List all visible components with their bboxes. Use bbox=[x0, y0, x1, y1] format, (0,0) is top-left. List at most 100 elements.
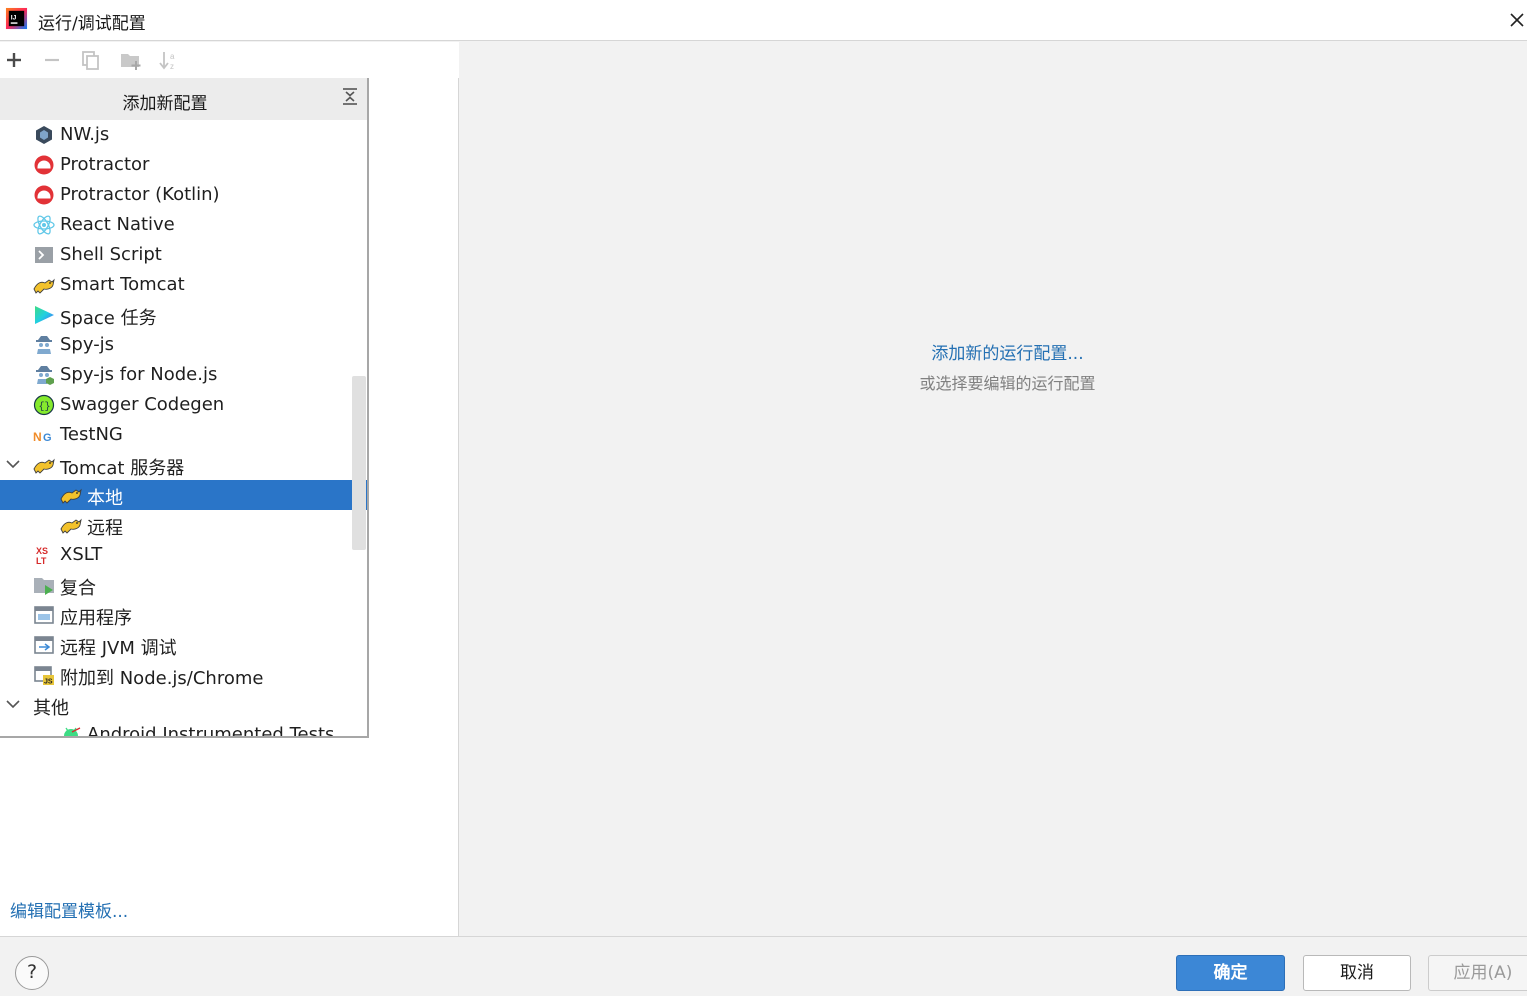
select-configuration-hint: 或选择要编辑的运行配置 bbox=[919, 374, 1096, 393]
list-item-label: 复合 bbox=[60, 578, 96, 599]
list-item-label: 其他 bbox=[33, 698, 69, 719]
list-item-protractor[interactable]: Protractor bbox=[0, 150, 367, 180]
tomcat-icon bbox=[60, 518, 82, 534]
list-item-testng[interactable]: N G TestNG bbox=[0, 420, 367, 450]
list-item-nwjs[interactable]: NW.js bbox=[0, 120, 367, 150]
minus-icon[interactable] bbox=[40, 48, 64, 72]
title-bar: IJ 运行/调试配置 bbox=[0, 0, 1527, 41]
svg-text:N: N bbox=[33, 430, 42, 444]
list-item-label: Protractor bbox=[60, 154, 150, 175]
list-item-label: Spy-js for Node.js bbox=[60, 364, 218, 385]
list-item-tomcat-local[interactable]: 本地 bbox=[0, 480, 367, 510]
list-item-remote-jvm-debug[interactable]: 远程 JVM 调试 bbox=[0, 630, 367, 660]
android-icon bbox=[64, 727, 81, 736]
close-icon[interactable] bbox=[1507, 8, 1527, 32]
list-item-label: 远程 JVM 调试 bbox=[60, 638, 177, 659]
list-item-label: 应用程序 bbox=[60, 608, 132, 629]
list-item-label: React Native bbox=[60, 214, 175, 235]
add-new-configuration-popup: 添加新配置 NW.js Protractor Protractor (Kotli… bbox=[0, 78, 369, 738]
list-item-label: Tomcat 服务器 bbox=[60, 458, 185, 479]
swagger-icon: {} bbox=[33, 394, 55, 416]
spy-js-icon bbox=[36, 336, 52, 354]
svg-text:LT: LT bbox=[36, 556, 47, 566]
copy-icon[interactable] bbox=[79, 48, 103, 72]
testng-icon: N G bbox=[33, 430, 52, 444]
svg-text:{}: {} bbox=[39, 401, 51, 413]
svg-text:JS: JS bbox=[44, 679, 53, 686]
chevron-down-icon[interactable] bbox=[5, 456, 21, 472]
tree-toolbar: a z bbox=[0, 42, 459, 78]
list-item-compound[interactable]: 复合 bbox=[0, 570, 367, 600]
chevron-down-icon[interactable] bbox=[5, 696, 21, 712]
popup-title: 添加新配置 bbox=[122, 94, 208, 114]
list-item-label: 远程 bbox=[87, 518, 123, 539]
list-item-label: Smart Tomcat bbox=[60, 274, 185, 295]
plus-icon[interactable] bbox=[2, 48, 26, 72]
edit-configuration-templates-link[interactable]: 编辑配置模板... bbox=[10, 897, 128, 922]
svg-text:XS: XS bbox=[36, 546, 48, 556]
list-item-spy-js[interactable]: Spy-js bbox=[0, 330, 367, 360]
list-item-label: Android Instrumented Tests bbox=[87, 724, 335, 738]
list-item-label: TestNG bbox=[60, 424, 123, 445]
run-debug-configurations-dialog: IJ 运行/调试配置 a z 添加新配置 NW.js Protractor Pr… bbox=[0, 0, 1527, 996]
tomcat-icon bbox=[60, 488, 82, 504]
svg-text:IJ: IJ bbox=[11, 14, 17, 21]
list-item-smart-tomcat[interactable]: Smart Tomcat bbox=[0, 270, 367, 300]
cancel-button[interactable]: 取消 bbox=[1303, 955, 1411, 991]
svg-text:G: G bbox=[43, 432, 52, 444]
add-new-run-configuration-link[interactable]: 添加新的运行配置... bbox=[460, 339, 1527, 364]
list-item-space-task[interactable]: Space 任务 bbox=[0, 300, 367, 330]
list-item-tomcat-server[interactable]: Tomcat 服务器 bbox=[0, 450, 367, 480]
space-icon bbox=[35, 306, 54, 324]
list-group-other[interactable]: 其他 bbox=[0, 690, 367, 720]
help-button[interactable]: ? bbox=[15, 956, 49, 990]
list-item-label: XSLT bbox=[60, 544, 103, 565]
list-item-tomcat-remote[interactable]: 远程 bbox=[0, 510, 367, 540]
list-item-label: 本地 bbox=[87, 488, 123, 509]
sort-icon[interactable]: a z bbox=[157, 48, 181, 72]
svg-text:a: a bbox=[170, 52, 175, 61]
list-item-label: Spy-js bbox=[60, 334, 115, 355]
list-item-react-native[interactable]: React Native bbox=[0, 210, 367, 240]
list-item-xslt[interactable]: XS LT XSLT bbox=[0, 540, 367, 570]
attach-node-icon: JS bbox=[34, 666, 54, 686]
list-item-protractor-kotlin[interactable]: Protractor (Kotlin) bbox=[0, 180, 367, 210]
tomcat-icon bbox=[33, 278, 55, 294]
list-item-android-instrumented-tests[interactable]: Android Instrumented Tests bbox=[0, 720, 367, 738]
compound-icon bbox=[34, 578, 54, 595]
shell-script-icon bbox=[35, 247, 53, 263]
tomcat-icon bbox=[33, 458, 55, 474]
popup-header: 添加新配置 bbox=[0, 78, 367, 120]
ok-button[interactable]: 确定 bbox=[1176, 955, 1285, 991]
dialog-button-bar: ? 确定 取消 应用(A) bbox=[0, 936, 1527, 996]
list-item-label: Shell Script bbox=[60, 244, 162, 265]
list-item-attach-node-chrome[interactable]: JS 附加到 Node.js/Chrome bbox=[0, 660, 367, 690]
window-title: 运行/调试配置 bbox=[38, 14, 146, 34]
list-item-label: Space 任务 bbox=[60, 308, 157, 329]
protractor-icon bbox=[34, 155, 54, 175]
list-item-spy-js-node[interactable]: Spy-js for Node.js bbox=[0, 360, 367, 390]
application-icon bbox=[34, 606, 54, 624]
list-item-shell-script[interactable]: Shell Script bbox=[0, 240, 367, 270]
list-item-label: Protractor (Kotlin) bbox=[60, 184, 220, 205]
spy-js-node-icon bbox=[36, 366, 54, 385]
list-item-label: NW.js bbox=[60, 124, 110, 145]
collapse-all-icon[interactable] bbox=[339, 86, 361, 108]
react-icon bbox=[33, 215, 55, 235]
list-item-application[interactable]: 应用程序 bbox=[0, 600, 367, 630]
xslt-icon: XS LT bbox=[36, 546, 48, 566]
folder-add-icon[interactable] bbox=[119, 48, 143, 72]
nwjs-icon bbox=[36, 126, 52, 144]
intellij-idea-icon: IJ bbox=[5, 7, 28, 30]
configuration-type-list: NW.js Protractor Protractor (Kotlin) Rea… bbox=[0, 120, 367, 738]
protractor-icon bbox=[34, 185, 54, 205]
list-item-label: 附加到 Node.js/Chrome bbox=[60, 668, 264, 689]
svg-text:z: z bbox=[170, 62, 174, 71]
configuration-details-panel: 添加新的运行配置... 或选择要编辑的运行配置 bbox=[460, 42, 1527, 936]
remote-debug-icon bbox=[34, 636, 54, 654]
list-scrollbar-thumb[interactable] bbox=[352, 376, 366, 550]
configurations-tree-panel: a z 添加新配置 NW.js Protractor Protractor (K… bbox=[0, 42, 459, 936]
list-item-label: Swagger Codegen bbox=[60, 394, 225, 415]
apply-button[interactable]: 应用(A) bbox=[1428, 955, 1527, 991]
list-item-swagger-codegen[interactable]: {} Swagger Codegen bbox=[0, 390, 367, 420]
